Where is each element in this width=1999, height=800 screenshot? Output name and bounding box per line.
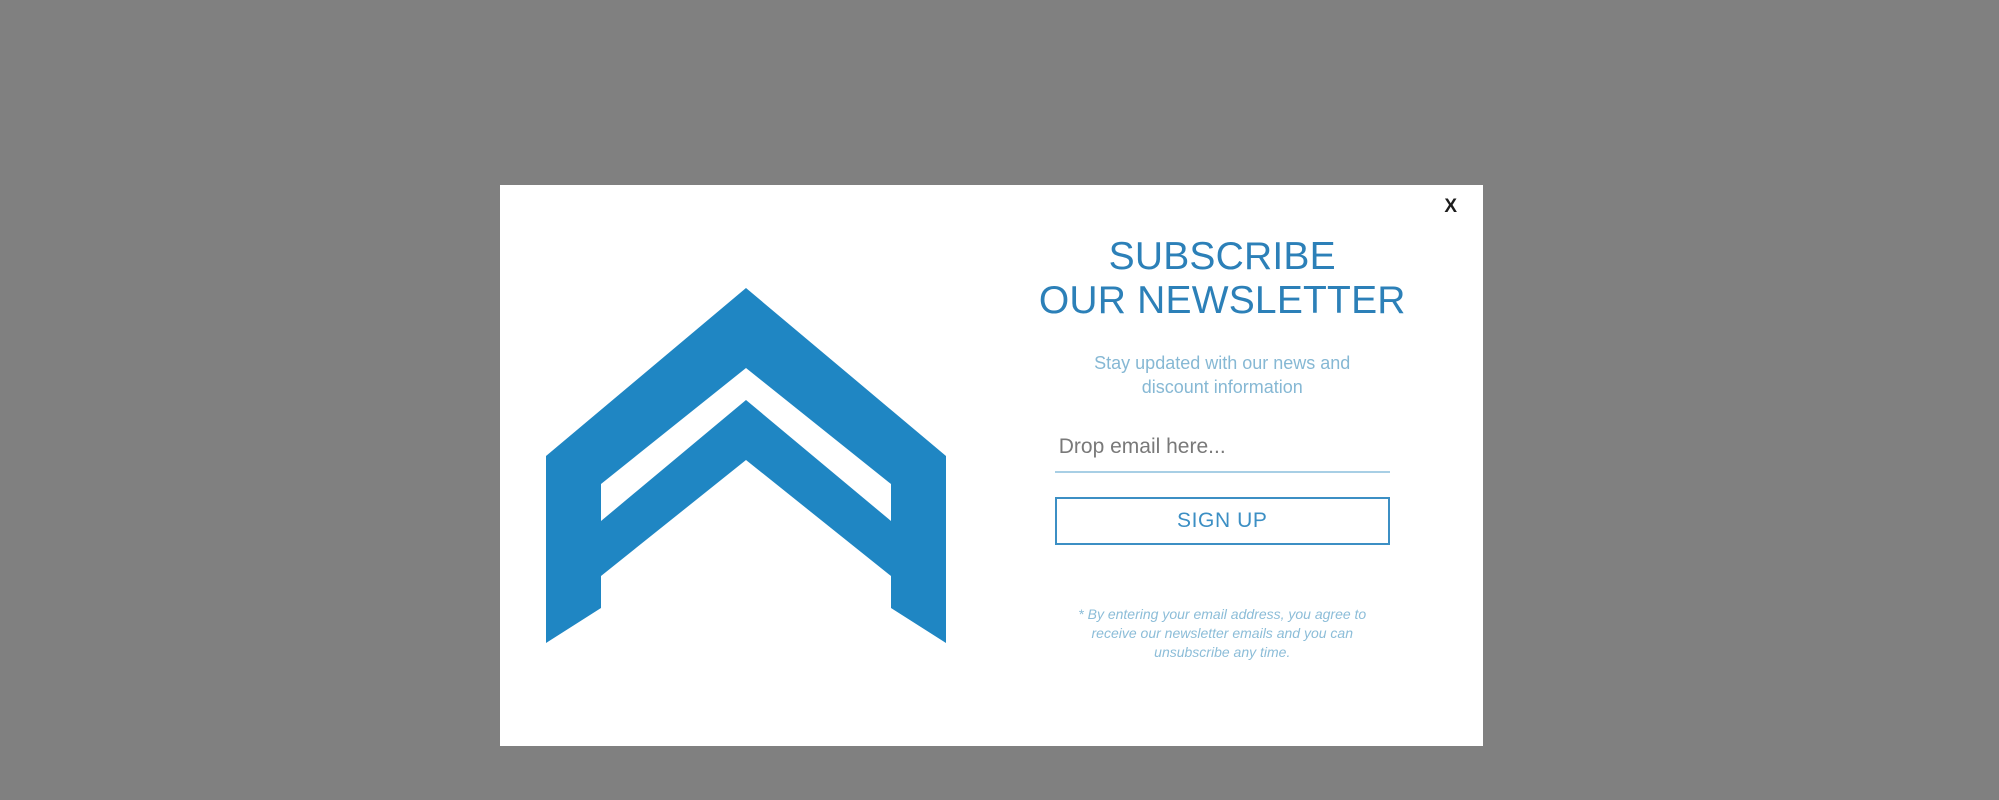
modal-disclaimer: * By entering your email address, you ag… — [1078, 606, 1367, 660]
modal-title-line1: SUBSCRIBE — [1108, 235, 1336, 278]
modal-title-line2: OUR NEWSLETTER — [1038, 279, 1406, 322]
sign-up-button[interactable]: SIGN UP — [1054, 497, 1390, 545]
mageplaza-chevron-logo-icon — [545, 288, 946, 643]
modal-form-panel: SUBSCRIBE OUR NEWSLETTER Stay updated wi… — [992, 185, 1484, 746]
modal-title: SUBSCRIBE OUR NEWSLETTER — [1039, 235, 1406, 323]
close-icon[interactable]: X — [1444, 197, 1457, 216]
page-root: MGEPLAZA SELECT EXTENSION BUILDER — [0, 0, 1999, 800]
email-field[interactable] — [1054, 431, 1390, 473]
newsletter-modal: X SUBSCRIBE OUR NEWSLETTER Stay updated … — [500, 185, 1483, 746]
modal-logo-panel — [500, 185, 992, 746]
modal-subtitle: Stay updated with our news and discount … — [1094, 353, 1351, 397]
